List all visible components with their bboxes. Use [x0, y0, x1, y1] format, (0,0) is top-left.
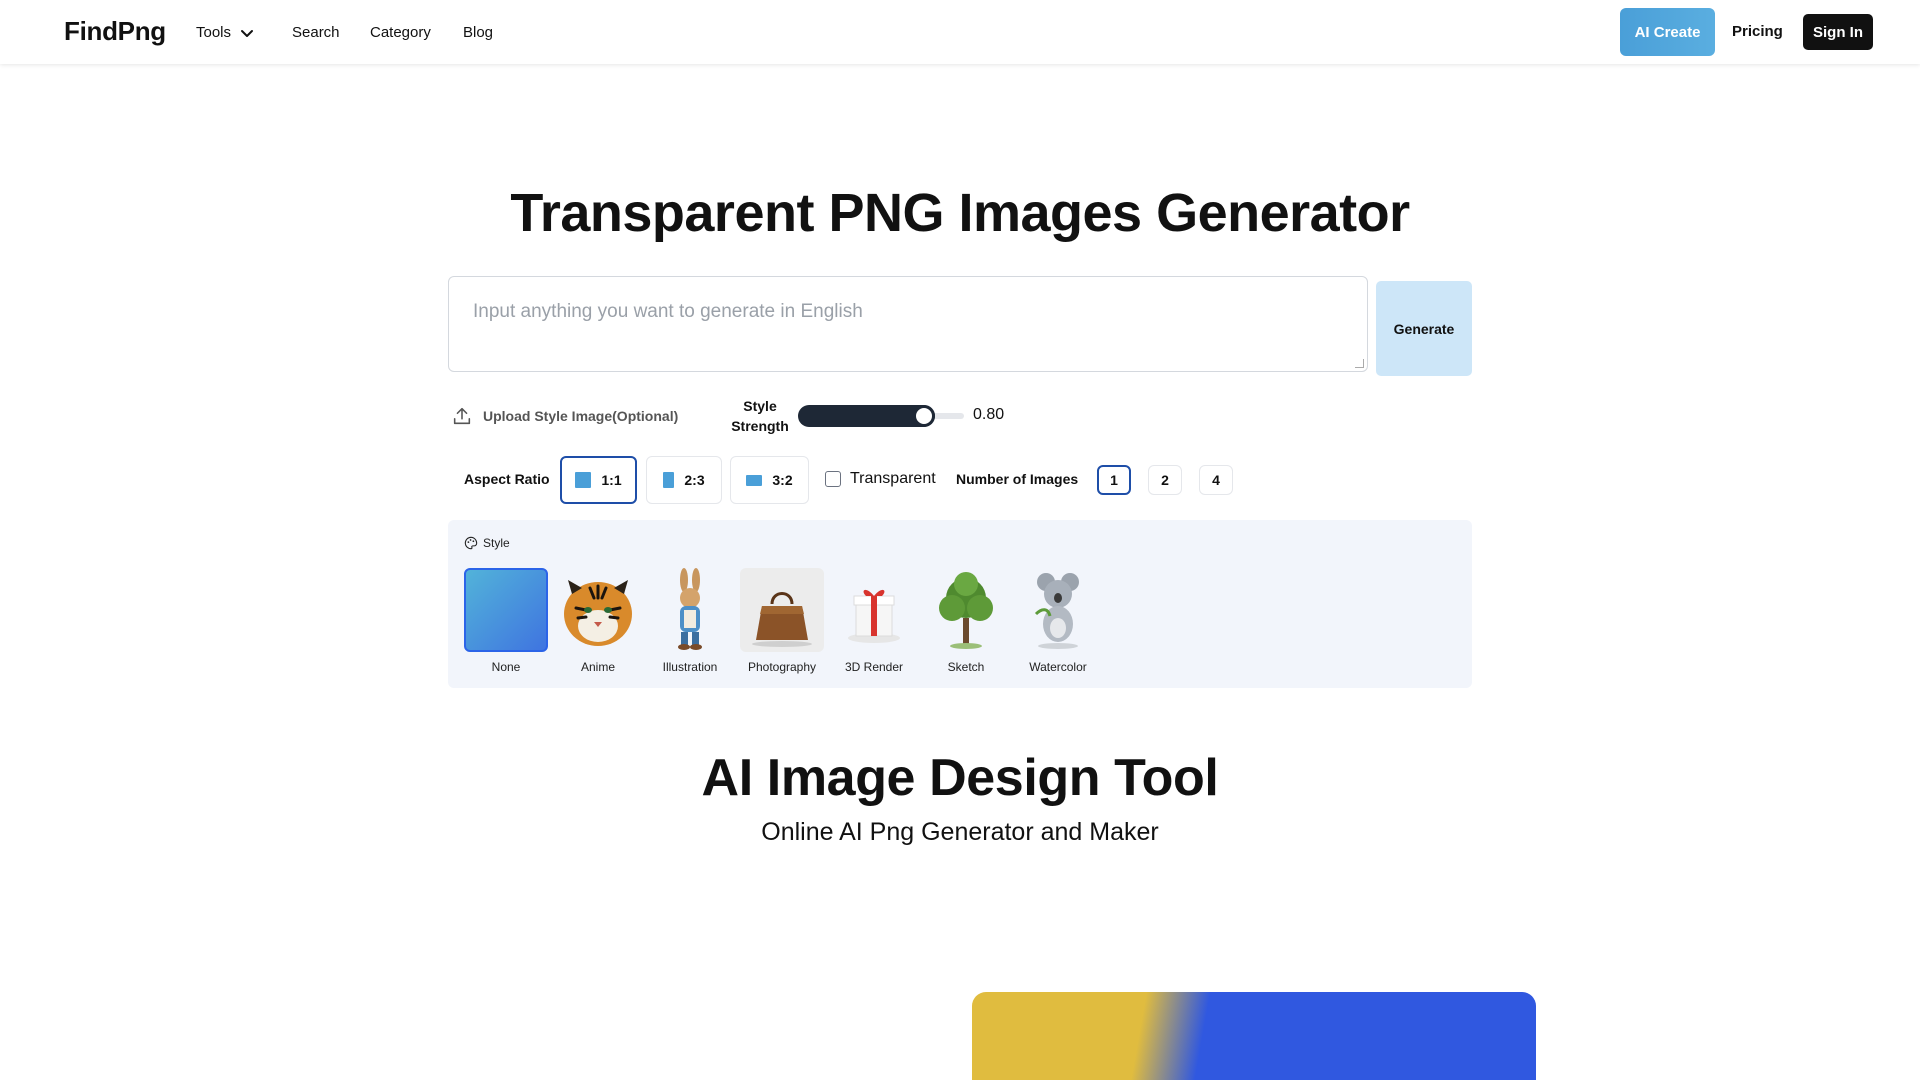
ai-create-button[interactable]: AI Create [1620, 8, 1715, 56]
section-title: AI Image Design Tool [701, 749, 1219, 807]
generate-button[interactable]: Generate [1376, 281, 1472, 376]
style-option-none[interactable]: None [464, 568, 548, 674]
top-navbar: FindPng Tools Search Category Blog AI Cr… [0, 0, 1920, 64]
pricing-link[interactable]: Pricing [1732, 23, 1783, 40]
style-panel: Style None Anime Illustration Photograph… [448, 520, 1472, 688]
num-images-1-button[interactable]: 1 [1097, 465, 1131, 495]
resize-handle[interactable] [1355, 359, 1364, 368]
style-option-illustration[interactable]: Illustration [648, 568, 732, 674]
transparent-checkbox[interactable] [825, 471, 841, 487]
style-strength-value: 0.80 [973, 406, 1005, 423]
palette-icon [464, 536, 478, 550]
chevron-down-icon [241, 29, 254, 37]
upload-label: Upload Style Image(Optional) [483, 408, 679, 424]
ratio-landscape-icon [746, 474, 763, 486]
style-option-photography[interactable]: Photography [740, 568, 824, 674]
nav-tools-label: Tools [196, 24, 232, 41]
prompt-placeholder: Input anything you want to generate in E… [473, 301, 863, 322]
style-heading: Style [464, 536, 510, 550]
ratio-1-1-button[interactable]: 1:1 [560, 456, 637, 504]
none-swatch [464, 568, 548, 652]
upload-icon [453, 407, 471, 425]
ratio-square-icon [575, 472, 592, 488]
slider-thumb[interactable] [913, 405, 935, 427]
ratio-portrait-icon [663, 472, 675, 488]
style-option-label: Photography [747, 660, 817, 674]
ratio-label: 1:1 [601, 472, 622, 488]
promo-banner-image [972, 992, 1536, 1080]
nav-category-link[interactable]: Category [370, 24, 431, 41]
style-option-3d-render[interactable]: 3D Render [832, 568, 916, 674]
site-logo[interactable]: FindPng [64, 16, 166, 47]
style-option-label: Illustration [662, 660, 718, 674]
handbag-thumbnail [740, 568, 824, 652]
gift-box-thumbnail [832, 568, 916, 652]
style-option-watercolor[interactable]: Watercolor [1016, 568, 1100, 674]
prompt-textarea[interactable]: Input anything you want to generate in E… [448, 276, 1368, 372]
nav-search-link[interactable]: Search [292, 24, 340, 41]
style-option-label: Sketch [947, 660, 985, 674]
style-strength-slider[interactable] [798, 405, 964, 427]
tiger-thumbnail [556, 568, 640, 652]
style-strength-label: Style Strength [731, 398, 789, 434]
number-of-images-label: Number of Images [956, 471, 1079, 487]
style-option-label: Watercolor [1029, 660, 1087, 674]
num-images-2-button[interactable]: 2 [1148, 465, 1182, 495]
upload-style-image-button[interactable]: Upload Style Image(Optional) [451, 405, 678, 427]
sign-in-button[interactable]: Sign In [1803, 14, 1873, 50]
section-subtitle: Online AI Png Generator and Maker [761, 818, 1159, 846]
transparent-toggle[interactable]: Transparent [825, 470, 936, 488]
ratio-3-2-button[interactable]: 3:2 [730, 456, 809, 504]
ratio-label: 2:3 [684, 472, 705, 488]
transparent-label: Transparent [850, 470, 936, 487]
nav-tools-menu[interactable]: Tools [196, 24, 255, 41]
ratio-label: 3:2 [772, 472, 793, 488]
style-option-label: 3D Render [844, 660, 904, 674]
style-option-label: None [491, 660, 521, 674]
aspect-ratio-label: Aspect Ratio [464, 471, 550, 487]
nav-blog-link[interactable]: Blog [463, 24, 493, 41]
koala-thumbnail [1016, 568, 1100, 652]
page-title: Transparent PNG Images Generator [510, 183, 1410, 243]
ratio-2-3-button[interactable]: 2:3 [646, 456, 722, 504]
style-option-sketch[interactable]: Sketch [924, 568, 1008, 674]
num-images-4-button[interactable]: 4 [1199, 465, 1233, 495]
style-option-anime[interactable]: Anime [556, 568, 640, 674]
style-option-label: Anime [580, 660, 615, 674]
tree-thumbnail [924, 568, 1008, 652]
style-heading-label: Style [483, 536, 510, 550]
rabbit-thumbnail [648, 568, 732, 652]
